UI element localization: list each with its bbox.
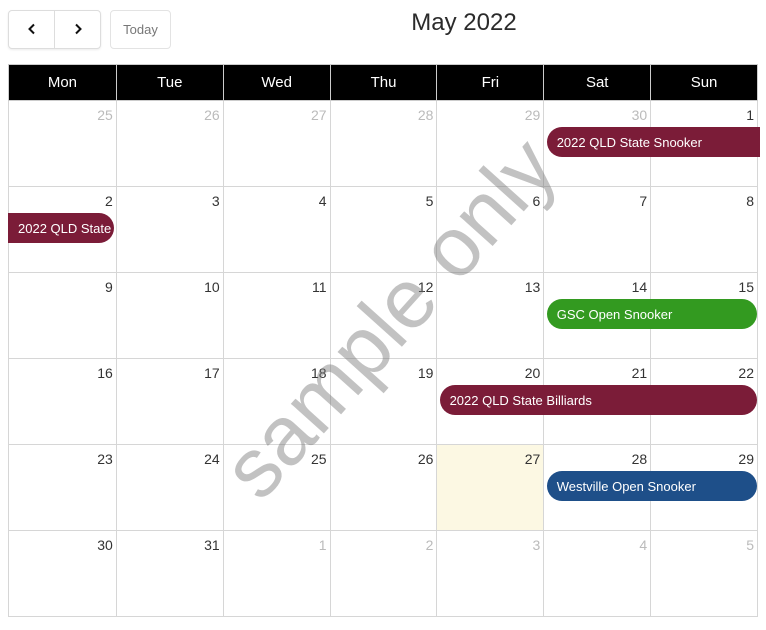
- day-number[interactable]: 6: [532, 193, 540, 209]
- day-number[interactable]: 17: [204, 365, 220, 381]
- calendar-body: 25 26 27 28 29 30 1 2022 QLD State Snooker 2 3 4 5 6…: [8, 101, 760, 617]
- day-number[interactable]: 9: [105, 279, 113, 295]
- day-cell[interactable]: 26: [115, 101, 223, 186]
- day-cell[interactable]: 12: [329, 273, 437, 358]
- week-row: 9 10 11 12 13 14 15 GSC Open Snooker: [8, 273, 758, 359]
- day-cell[interactable]: 11: [222, 273, 330, 358]
- calendar-event[interactable]: 2022 QLD State Billiards: [439, 385, 757, 415]
- day-number[interactable]: 13: [525, 279, 541, 295]
- week-row: 30 31 1 2 3 4 5: [8, 531, 758, 617]
- day-cell[interactable]: 23: [9, 445, 116, 530]
- week-row: 23 24 25 26 27 28 29 Westville Open Snooker: [8, 445, 758, 531]
- day-number[interactable]: 16: [97, 365, 113, 381]
- day-number[interactable]: 10: [204, 279, 220, 295]
- week-row: 16 17 18 19 20 21 22 2022 QLD State Billiards: [8, 359, 758, 445]
- weekday-header-sat: Sat: [543, 65, 650, 100]
- month-title: May 2022: [411, 9, 517, 36]
- day-cell[interactable]: 9: [9, 273, 116, 358]
- day-number[interactable]: 31: [204, 537, 220, 553]
- day-cell[interactable]: 10: [115, 273, 223, 358]
- calendar-event[interactable]: Westville Open Snooker: [546, 471, 757, 501]
- day-cell[interactable]: 19: [329, 359, 437, 444]
- day-number[interactable]: 30: [632, 107, 648, 123]
- day-cell[interactable]: 13: [436, 273, 543, 358]
- day-cell[interactable]: 17: [115, 359, 223, 444]
- day-number[interactable]: 8: [746, 193, 754, 209]
- day-number[interactable]: 25: [311, 451, 327, 467]
- day-number[interactable]: 2: [426, 537, 434, 553]
- weekday-header-mon: Mon: [47, 74, 78, 91]
- day-number[interactable]: 2: [105, 193, 113, 209]
- day-number[interactable]: 29: [738, 451, 754, 467]
- day-cell[interactable]: 31: [115, 531, 223, 616]
- day-number[interactable]: 28: [632, 451, 648, 467]
- month-calendar: Mon Tue Wed Thu Fri Sat Sun 25 26 27 28 29 30 1 2022 …: [8, 64, 760, 617]
- day-cell[interactable]: 6: [436, 187, 543, 272]
- day-cell[interactable]: 28: [329, 101, 437, 186]
- week-row: 25 26 27 28 29 30 1 2022 QLD State Snooker: [8, 101, 760, 187]
- day-cell[interactable]: 8: [650, 187, 757, 272]
- day-number[interactable]: 1: [746, 107, 754, 123]
- day-cell[interactable]: 27: [222, 101, 330, 186]
- day-cell[interactable]: 25: [222, 445, 330, 530]
- weekday-header-row: Mon Tue Wed Thu Fri Sat Sun: [8, 64, 758, 101]
- day-number[interactable]: 4: [319, 193, 327, 209]
- day-number[interactable]: 19: [418, 365, 434, 381]
- day-number[interactable]: 20: [525, 365, 541, 381]
- day-cell[interactable]: 5: [650, 531, 757, 616]
- day-number[interactable]: 29: [525, 107, 541, 123]
- day-number[interactable]: 26: [418, 451, 434, 467]
- day-number[interactable]: 5: [426, 193, 434, 209]
- day-number[interactable]: 12: [418, 279, 434, 295]
- day-number[interactable]: 14: [632, 279, 648, 295]
- day-number[interactable]: 15: [738, 279, 754, 295]
- day-number[interactable]: 3: [532, 537, 540, 553]
- calendar-event[interactable]: GSC Open Snooker: [546, 299, 757, 329]
- day-number[interactable]: 23: [97, 451, 113, 467]
- day-number[interactable]: 1: [319, 537, 327, 553]
- day-number[interactable]: 22: [738, 365, 754, 381]
- day-cell[interactable]: 1: [222, 531, 330, 616]
- day-number[interactable]: 24: [204, 451, 220, 467]
- day-cell[interactable]: 18: [222, 359, 330, 444]
- day-cell[interactable]: 29: [436, 101, 543, 186]
- day-number[interactable]: 4: [639, 537, 647, 553]
- day-cell[interactable]: 16: [9, 359, 116, 444]
- day-cell[interactable]: 25: [9, 101, 116, 186]
- day-number[interactable]: 26: [204, 107, 220, 123]
- day-number[interactable]: 18: [311, 365, 327, 381]
- calendar-event[interactable]: 2022 QLD State Snooker: [546, 127, 760, 157]
- day-number[interactable]: 27: [525, 451, 541, 467]
- day-cell[interactable]: 26: [329, 445, 437, 530]
- day-number[interactable]: 25: [97, 107, 113, 123]
- day-number[interactable]: 3: [212, 193, 220, 209]
- day-cell[interactable]: 5: [329, 187, 437, 272]
- day-cell[interactable]: 3: [115, 187, 223, 272]
- day-cell[interactable]: 24: [115, 445, 223, 530]
- day-cell[interactable]: 4: [222, 187, 330, 272]
- day-number[interactable]: 5: [746, 537, 754, 553]
- day-number[interactable]: 21: [632, 365, 648, 381]
- weekday-header-sun: Sun: [650, 65, 757, 100]
- day-cell[interactable]: 2: [329, 531, 437, 616]
- day-number[interactable]: 30: [97, 537, 113, 553]
- weekday-header-wed: Wed: [222, 65, 330, 100]
- day-cell[interactable]: 3: [436, 531, 543, 616]
- weekday-header-fri: Fri: [436, 65, 543, 100]
- weekday-header-tue: Tue: [115, 65, 223, 100]
- day-cell[interactable]: 4: [543, 531, 650, 616]
- day-number[interactable]: 27: [311, 107, 327, 123]
- day-number[interactable]: 7: [639, 193, 647, 209]
- day-cell-today[interactable]: 27: [436, 445, 544, 530]
- calendar-event[interactable]: 2022 QLD State: [8, 213, 115, 243]
- day-number[interactable]: 28: [418, 107, 434, 123]
- weekday-header-thu: Thu: [329, 65, 437, 100]
- day-cell[interactable]: 30: [9, 531, 116, 616]
- day-cell[interactable]: 7: [543, 187, 650, 272]
- day-number[interactable]: 11: [312, 279, 327, 295]
- week-row: 2 3 4 5 6 7 8 2022 QLD State: [8, 187, 758, 273]
